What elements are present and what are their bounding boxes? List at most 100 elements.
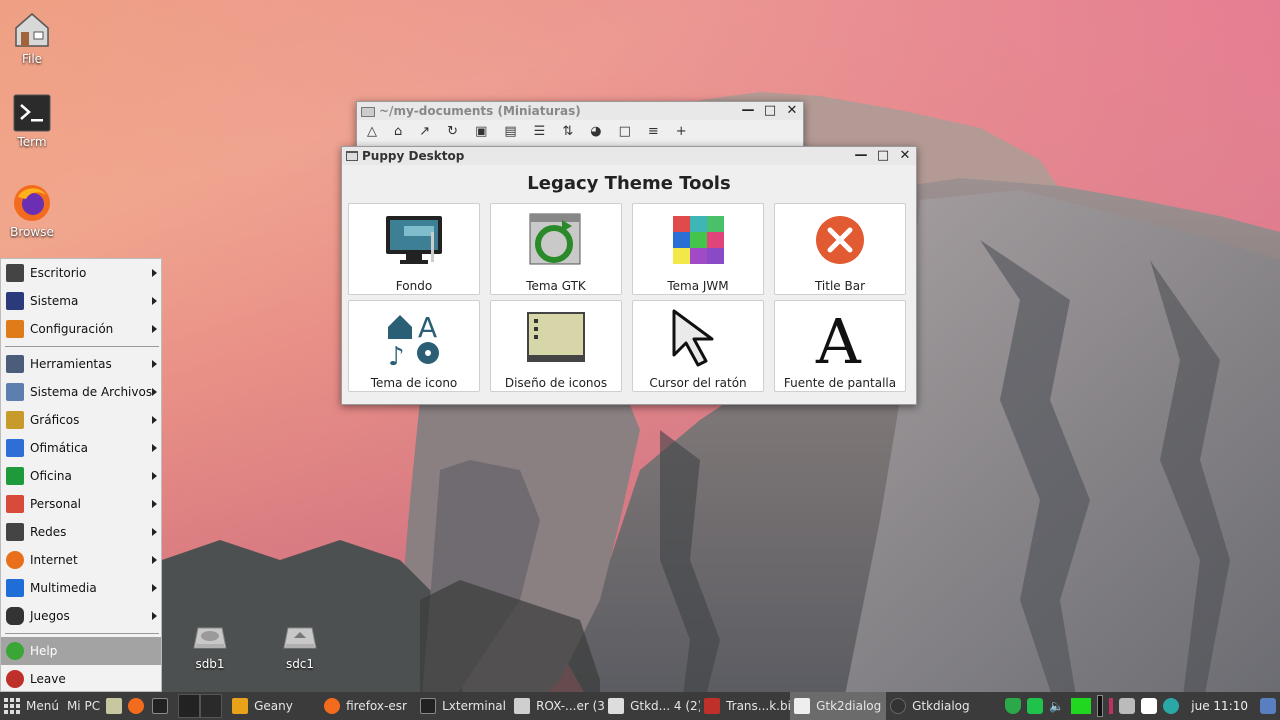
settings-gear-icon[interactable]: [1260, 698, 1276, 714]
select-icon[interactable]: □: [619, 124, 631, 139]
tool-label: Title Bar: [814, 279, 866, 293]
drive-sdc1[interactable]: sdc1: [275, 622, 325, 671]
menu-item-label: Sistema: [30, 294, 79, 308]
menu-item-redes[interactable]: Redes: [1, 518, 161, 546]
task-transmission[interactable]: Trans...k.bin: [700, 692, 790, 720]
submenu-arrow-icon: [152, 472, 157, 480]
desktop-icon-file[interactable]: File: [0, 10, 64, 66]
menu-item-internet[interactable]: Internet: [1, 546, 161, 574]
notes-icon[interactable]: [1141, 698, 1158, 714]
quicklaunch-filer[interactable]: [104, 692, 124, 720]
sort-icon[interactable]: ⇅: [562, 124, 573, 139]
tool-tema-de-icono-button[interactable]: A ♪ Tema de icono: [348, 300, 480, 392]
menu-item-personal[interactable]: Personal: [1, 490, 161, 518]
system-tray: 🔈 jue 11:10: [1005, 692, 1280, 720]
submenu-arrow-icon: [152, 269, 157, 277]
menu-item-herramientas[interactable]: Herramientas: [1, 350, 161, 378]
hidden-icon[interactable]: ◕: [590, 124, 601, 139]
filesystem-icon: [6, 383, 24, 401]
transmission-icon: [704, 698, 721, 714]
details-icon[interactable]: ☰: [534, 124, 546, 139]
puppy-titlebar[interactable]: Puppy Desktop — □ ✕: [342, 147, 916, 165]
task-gtk2dialog[interactable]: Gtk2dialog: [790, 692, 887, 720]
pager-desktop-1[interactable]: [178, 694, 201, 718]
desktop-icon-term[interactable]: Term: [0, 93, 64, 149]
rox-toolbar: △ ⌂ ↗ ↻ ▣ ▤ ☰ ⇅ ◕ □ ≡ +: [357, 120, 803, 142]
task-geany[interactable]: Geany: [228, 692, 320, 720]
multimedia-icon: [6, 579, 24, 597]
menu-item-label: Leave: [30, 672, 66, 686]
main-menu: Escritorio Sistema Configuración Herrami…: [0, 258, 162, 692]
menu-button[interactable]: Menú: [0, 692, 63, 720]
menu-item-graficos[interactable]: Gráficos: [1, 406, 161, 434]
resize-icon[interactable]: ▤: [504, 124, 516, 139]
desktop-icon-browse[interactable]: Browse: [0, 183, 64, 239]
tool-title-bar-button[interactable]: Title Bar: [774, 203, 906, 295]
menu-item-ofimatica[interactable]: Ofimática: [1, 434, 161, 462]
pager-desktop-2[interactable]: [200, 694, 223, 718]
task-gtkdialog-group[interactable]: Gtkd... 4 (2): [604, 692, 700, 720]
clock[interactable]: jue 11:10: [1191, 699, 1248, 713]
menu-item-juegos[interactable]: Juegos: [1, 602, 161, 630]
menu-item-oficina[interactable]: Oficina: [1, 462, 161, 490]
drive-sdb1[interactable]: sdb1: [185, 622, 235, 671]
tool-tema-gtk-button[interactable]: Tema GTK: [490, 203, 622, 295]
task-rox[interactable]: ROX-...er (3): [510, 692, 604, 720]
shield-icon[interactable]: [1005, 698, 1022, 714]
storage-icon[interactable]: [1027, 698, 1044, 714]
rox-filer-window[interactable]: ~/my-documents (Miniaturas) — □ ✕ △ ⌂ ↗ …: [356, 101, 804, 149]
volume-icon[interactable]: 🔈: [1049, 698, 1065, 714]
home-icon[interactable]: ⌂: [394, 124, 402, 139]
menu-item-help[interactable]: Help: [1, 637, 161, 665]
tool-cursor-del-raton-button[interactable]: Cursor del ratón: [632, 300, 764, 392]
titlebar-close-icon: [808, 210, 872, 270]
menu-item-label: Help: [30, 644, 58, 658]
menu-item-configuracion[interactable]: Configuración: [1, 315, 161, 343]
quicklaunch-terminal[interactable]: [148, 692, 172, 720]
settings-icon: [6, 320, 24, 338]
list-icon[interactable]: ≡: [648, 124, 659, 139]
menu-item-sistema[interactable]: Sistema: [1, 287, 161, 315]
quicklaunch-browser[interactable]: [124, 692, 148, 720]
task-gtkdialog[interactable]: Gtkdialog: [886, 692, 970, 720]
tool-tema-jwm-button[interactable]: Tema JWM: [632, 203, 764, 295]
close-button[interactable]: ✕: [894, 147, 916, 165]
task-lxterminal[interactable]: Lxterminal: [416, 692, 510, 720]
network-status-icon[interactable]: [1071, 698, 1092, 714]
task-firefox[interactable]: firefox-esr: [320, 692, 416, 720]
puppy-desktop-window[interactable]: Puppy Desktop — □ ✕ Legacy Theme Tools F…: [341, 146, 917, 405]
spreadsheet-icon: [6, 467, 24, 485]
refresh-icon[interactable]: ↻: [447, 124, 458, 139]
maximize-button[interactable]: □: [759, 102, 781, 120]
cpu-meter-icon[interactable]: [1097, 695, 1104, 717]
menu-item-multimedia[interactable]: Multimedia: [1, 574, 161, 602]
add-icon[interactable]: +: [676, 124, 687, 139]
tool-diseno-de-iconos-button[interactable]: Diseño de iconos: [490, 300, 622, 392]
temperature-icon[interactable]: [1109, 698, 1114, 714]
submenu-arrow-icon: [152, 444, 157, 452]
minimize-button[interactable]: —: [737, 102, 759, 120]
up-icon[interactable]: △: [367, 124, 377, 139]
pager[interactable]: [178, 692, 223, 720]
mypc-button[interactable]: Mi PC: [63, 692, 104, 720]
drive-icon: [193, 627, 227, 649]
menu-item-escritorio[interactable]: Escritorio: [1, 259, 161, 287]
apps-grid-icon: [4, 698, 20, 714]
close-button[interactable]: ✕: [781, 102, 803, 120]
task-label: firefox-esr: [346, 699, 407, 713]
zoom-icon[interactable]: ▣: [475, 124, 487, 139]
menu-item-label: Gráficos: [30, 413, 80, 427]
menu-item-leave[interactable]: Leave: [1, 665, 161, 693]
rox-titlebar[interactable]: ~/my-documents (Miniaturas) — □ ✕: [357, 102, 803, 120]
minimize-button[interactable]: —: [850, 147, 872, 165]
tool-fondo-button[interactable]: Fondo: [348, 203, 480, 295]
submenu-arrow-icon: [152, 297, 157, 305]
update-icon[interactable]: [1163, 698, 1180, 714]
power-status-icon[interactable]: [1119, 698, 1136, 714]
menu-separator: [5, 346, 159, 347]
maximize-button[interactable]: □: [872, 147, 894, 165]
gamepad-icon: [6, 607, 24, 625]
menu-item-sistema-de-archivos[interactable]: Sistema de Archivos: [1, 378, 161, 406]
bookmark-icon[interactable]: ↗: [419, 124, 430, 139]
tool-fuente-de-pantalla-button[interactable]: A Fuente de pantalla: [774, 300, 906, 392]
